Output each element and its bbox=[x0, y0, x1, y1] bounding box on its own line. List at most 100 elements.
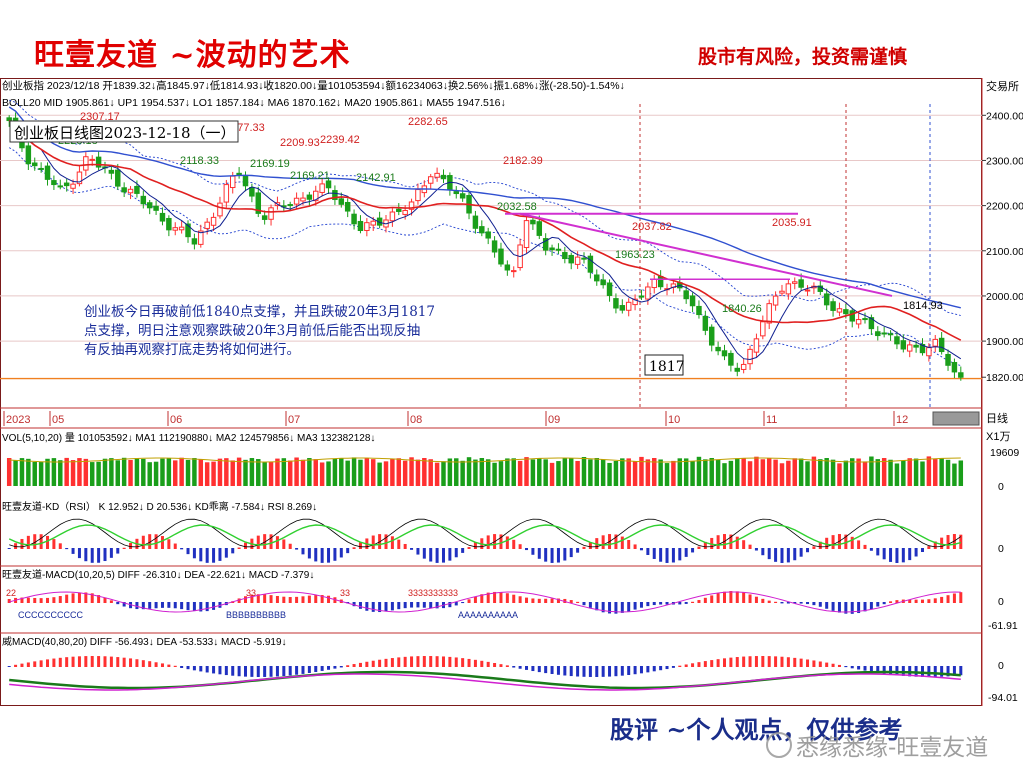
macd-marker: 33 bbox=[340, 588, 350, 598]
macd-marker: 22 bbox=[6, 588, 16, 598]
candle-body bbox=[415, 189, 421, 202]
volume-bar bbox=[485, 459, 491, 486]
macd-bar bbox=[531, 598, 535, 603]
volume-bar bbox=[600, 459, 606, 486]
macd-bar bbox=[26, 597, 30, 603]
wmacd-bar bbox=[422, 656, 426, 667]
volume-bar bbox=[45, 458, 50, 486]
wmacd-bar bbox=[129, 658, 133, 667]
macd-bar bbox=[952, 593, 956, 603]
macd-bar bbox=[288, 597, 292, 603]
macd-bar bbox=[729, 591, 733, 603]
candle-body bbox=[900, 340, 907, 350]
macd-bar bbox=[307, 595, 311, 603]
wmacd-bar bbox=[378, 659, 382, 667]
chart-title: 创业板日线图2023-12-18（一） bbox=[14, 124, 236, 142]
macd-marker: 3333333333 bbox=[408, 588, 458, 598]
candle-body bbox=[913, 344, 919, 348]
candle-body bbox=[25, 145, 32, 165]
candle-body bbox=[702, 315, 709, 331]
volume-bar bbox=[345, 460, 350, 486]
kd-bar bbox=[46, 535, 50, 549]
candle-body bbox=[357, 220, 364, 232]
candle-body bbox=[159, 212, 166, 222]
kd-bar bbox=[429, 548, 433, 562]
wmacd-bar bbox=[671, 666, 675, 668]
wmacd-bar bbox=[863, 666, 867, 671]
volume-bar bbox=[543, 459, 548, 486]
wmacd-bar bbox=[333, 666, 337, 669]
volume-bar bbox=[715, 459, 721, 486]
wmacd-bar bbox=[723, 658, 726, 667]
candle-body bbox=[932, 338, 938, 347]
kd-bar bbox=[288, 543, 292, 549]
y-tick-label: 2100.00 bbox=[986, 246, 1023, 258]
volume-bar bbox=[773, 459, 778, 486]
volume-bar bbox=[703, 459, 708, 486]
volume-bar bbox=[728, 460, 734, 486]
volume-bar bbox=[96, 461, 101, 486]
wmacd-bar bbox=[275, 666, 279, 677]
kd-bar bbox=[671, 548, 675, 563]
wmacd-bar bbox=[486, 661, 490, 667]
macd-bar bbox=[275, 595, 279, 603]
wmacd-bar bbox=[678, 665, 682, 667]
volume-bar bbox=[824, 458, 829, 486]
wmacd-bar bbox=[441, 656, 445, 667]
macd-bar bbox=[173, 602, 177, 609]
kd-bar bbox=[7, 548, 11, 549]
volume-bar bbox=[779, 463, 785, 486]
volume-tick-top: 19609 bbox=[990, 447, 1019, 459]
volume-bar bbox=[747, 461, 753, 486]
kd-bar bbox=[467, 547, 471, 549]
volume-bar bbox=[26, 458, 31, 486]
wmacd-bar bbox=[84, 656, 88, 667]
candle-body bbox=[249, 186, 255, 197]
wmacd-bar bbox=[429, 656, 433, 667]
candle-body bbox=[191, 238, 198, 245]
candle-body bbox=[581, 257, 587, 260]
macd-bar bbox=[876, 602, 880, 607]
kd-bar bbox=[576, 548, 580, 553]
wmacd-bar bbox=[199, 666, 203, 672]
macd-bar bbox=[358, 602, 362, 609]
kd-bar bbox=[716, 535, 720, 549]
candle-body bbox=[261, 215, 268, 220]
candle-body bbox=[287, 204, 293, 207]
candle-body bbox=[134, 185, 140, 194]
wmacd-bar bbox=[205, 666, 209, 673]
macd-bar bbox=[212, 602, 216, 610]
candle-body bbox=[108, 169, 115, 174]
candle-body bbox=[402, 209, 408, 215]
kd-bar bbox=[742, 540, 746, 549]
month-label: 05 bbox=[52, 414, 64, 426]
wmacd-bar bbox=[512, 666, 516, 668]
wmacd-bar bbox=[339, 666, 343, 668]
stock-chart[interactable]: 创业板指 2023/12/18 开1839.32↓高1845.97↓低1814.… bbox=[0, 78, 1023, 708]
wmacd-bar bbox=[148, 661, 152, 667]
volume-bar bbox=[383, 461, 389, 486]
candle-body bbox=[862, 318, 868, 321]
kd-bar bbox=[563, 548, 567, 561]
wmacd-bar bbox=[614, 666, 618, 677]
wmacd-bar bbox=[825, 662, 829, 667]
macd-bar bbox=[812, 602, 816, 606]
scrollbar-thumb[interactable] bbox=[932, 411, 980, 426]
month-label: 09 bbox=[548, 414, 560, 426]
candle-body bbox=[440, 174, 447, 180]
kd-bar bbox=[556, 548, 560, 563]
kd-bar bbox=[154, 534, 158, 549]
kd-bar bbox=[371, 535, 375, 549]
macd-bar bbox=[397, 602, 401, 610]
volume-bar bbox=[141, 458, 146, 486]
kd-bar bbox=[799, 548, 803, 557]
volume-bar bbox=[901, 460, 906, 486]
candle-body bbox=[747, 348, 753, 365]
candle-body bbox=[721, 350, 728, 357]
y-tick-label: 2000.00 bbox=[986, 291, 1023, 303]
wmacd-bar bbox=[844, 666, 848, 668]
wmacd-bar bbox=[850, 666, 854, 669]
wmacd-bar bbox=[691, 663, 695, 667]
kd-bar bbox=[652, 548, 656, 559]
price-label: 2142.91 bbox=[356, 172, 396, 184]
